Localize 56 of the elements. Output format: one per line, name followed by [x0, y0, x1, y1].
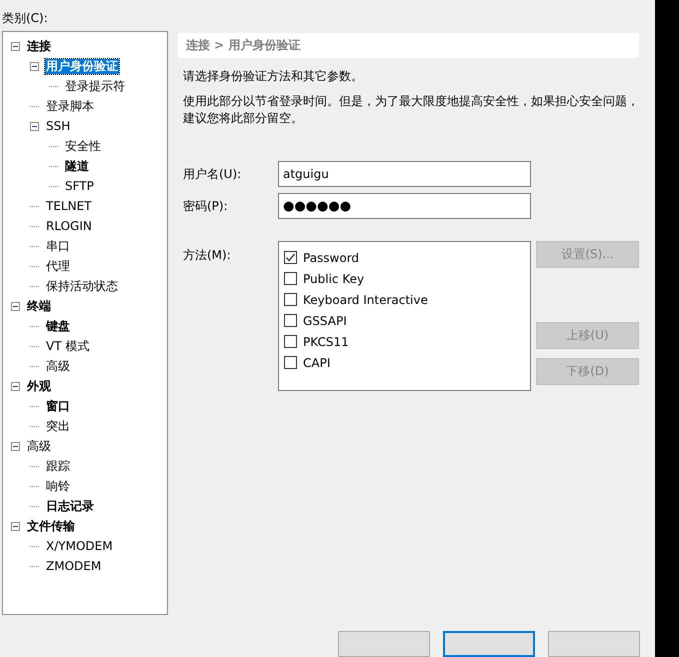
- password-label: 密码(P):: [182, 198, 229, 214]
- tree-item[interactable]: 高级: [26, 438, 52, 454]
- tree-item[interactable]: X/YMODEM: [45, 538, 114, 554]
- collapse-icon[interactable]: [11, 522, 20, 530]
- collapse-icon[interactable]: [30, 122, 39, 130]
- checkbox[interactable]: [284, 314, 297, 327]
- tree-item[interactable]: VT 模式: [45, 338, 90, 354]
- category-label: 类别(C):: [2, 10, 49, 27]
- collapse-icon[interactable]: [30, 62, 39, 70]
- password-field[interactable]: ●●●●●●: [278, 193, 531, 219]
- tree-item[interactable]: 登录脚本: [45, 98, 95, 114]
- checkbox[interactable]: [284, 251, 297, 264]
- tree-item[interactable]: 文件传输: [26, 518, 76, 534]
- tree-item[interactable]: 连接: [26, 38, 52, 54]
- tree-item[interactable]: SFTP: [64, 178, 95, 194]
- collapse-icon[interactable]: [11, 382, 20, 390]
- tree-item[interactable]: ZMODEM: [45, 558, 102, 574]
- tree-item[interactable]: 登录提示符: [64, 78, 126, 94]
- tree-item[interactable]: 安全性: [64, 138, 102, 154]
- checkbox[interactable]: [284, 335, 297, 348]
- collapse-icon[interactable]: [11, 302, 20, 310]
- tree-item[interactable]: 串口: [45, 238, 71, 254]
- method-option[interactable]: Keyboard Interactive: [303, 292, 428, 306]
- method-option[interactable]: Password: [303, 250, 360, 264]
- tree-item[interactable]: 隧道: [64, 158, 90, 174]
- tree-item[interactable]: 保持活动状态: [45, 278, 119, 294]
- tree-item[interactable]: 日志记录: [45, 498, 95, 514]
- method-option[interactable]: CAPI: [303, 356, 330, 370]
- method-option[interactable]: PKCS11: [303, 334, 349, 348]
- checkbox[interactable]: [284, 356, 297, 369]
- tree-item[interactable]: RLOGIN: [45, 218, 93, 234]
- method-option[interactable]: Public Key: [303, 272, 364, 286]
- tree-item[interactable]: 终端: [26, 298, 52, 314]
- username-field[interactable]: atguigu: [278, 161, 531, 187]
- tree-item[interactable]: SSH: [45, 118, 72, 134]
- tree-item[interactable]: 跟踪: [45, 458, 71, 474]
- intro-text: 请选择身份验证方法和其它参数。: [183, 68, 364, 85]
- tree-item[interactable]: 外观: [26, 378, 52, 394]
- collapse-icon[interactable]: [11, 442, 20, 450]
- dialog-button[interactable]: [443, 631, 535, 657]
- collapse-icon[interactable]: [11, 42, 20, 50]
- tree-item[interactable]: TELNET: [45, 198, 92, 214]
- checkbox[interactable]: [284, 272, 297, 285]
- tree-item[interactable]: 键盘: [45, 318, 71, 334]
- tree-item[interactable]: 突出: [45, 418, 71, 434]
- breadcrumb: 连接 > 用户身份验证: [178, 33, 639, 58]
- username-label: 用户名(U):: [182, 166, 242, 182]
- method-label: 方法(M):: [182, 247, 232, 264]
- tree-item[interactable]: 用户身份验证: [45, 58, 119, 74]
- tree-item[interactable]: 代理: [45, 258, 71, 274]
- tree-item[interactable]: 响铃: [45, 478, 71, 494]
- tree-item[interactable]: 高级: [45, 358, 71, 374]
- tree-item[interactable]: 窗口: [45, 398, 71, 414]
- note-text: 使用此部分以节省登录时间。但是，为了最大限度地提高安全性，如果担心安全问题，建议您将此部分留空。: [183, 93, 639, 127]
- method-option[interactable]: GSSAPI: [303, 314, 347, 328]
- checkbox[interactable]: [284, 293, 297, 306]
